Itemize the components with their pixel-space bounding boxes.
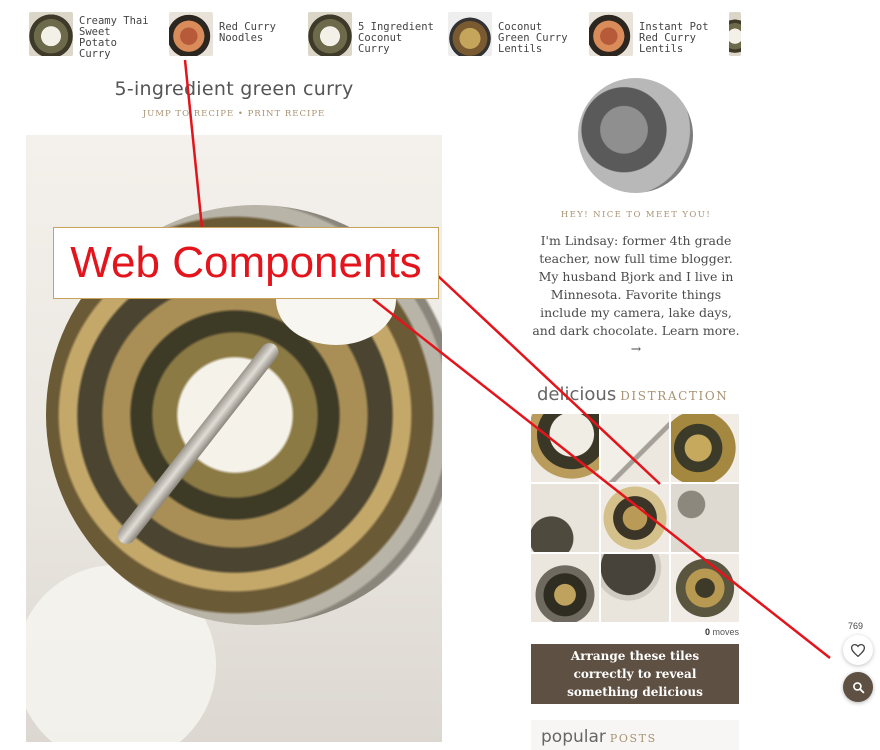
heart-icon <box>851 643 865 657</box>
search-icon <box>852 681 864 693</box>
related-post-thumbnail[interactable] <box>29 12 73 56</box>
puzzle-instructions: Arrange these tiles correctly to reveal … <box>531 644 739 704</box>
puzzle-tile[interactable] <box>671 554 739 622</box>
related-posts-strip: Creamy Thai Sweet Potato Curry Red Curry… <box>0 0 742 62</box>
favorites-count: 769 <box>848 621 864 631</box>
related-post-thumbnail[interactable] <box>448 12 492 56</box>
related-post-title[interactable]: 5 Ingredient Coconut Curry <box>358 22 438 55</box>
related-post-thumbnail[interactable] <box>589 12 633 56</box>
favorite-button[interactable] <box>843 635 873 665</box>
popular-posts-title: popular POSTS <box>541 727 657 747</box>
related-post-thumbnail[interactable] <box>169 12 213 56</box>
puzzle-tile[interactable] <box>601 414 669 482</box>
puzzle-tile[interactable] <box>531 484 599 552</box>
author-greeting: HEY! NICE TO MEET YOU! <box>560 210 712 220</box>
annotation-label: Web Components <box>53 227 439 299</box>
moves-label: moves <box>712 627 739 637</box>
author-avatar <box>578 78 693 193</box>
related-post-item[interactable]: Coconut Green Curry Lentils <box>448 12 578 56</box>
popular-title-sub: POSTS <box>609 732 657 745</box>
widget-title-main: delicious <box>537 384 617 405</box>
print-recipe-link[interactable]: PRINT RECIPE <box>248 109 326 119</box>
related-post-item[interactable] <box>729 12 741 56</box>
link-separator: • <box>237 109 244 119</box>
related-post-title[interactable]: Instant Pot Red Curry Lentils <box>639 22 721 55</box>
puzzle-tile[interactable] <box>671 484 739 552</box>
related-post-item[interactable]: Creamy Thai Sweet Potato Curry <box>29 12 153 60</box>
search-button[interactable] <box>843 672 873 702</box>
moves-counter: 0 moves <box>531 627 739 637</box>
related-post-item[interactable]: Instant Pot Red Curry Lentils <box>589 12 721 56</box>
widget-title-sub: DISTRACTION <box>620 389 729 403</box>
puzzle-tile[interactable] <box>671 414 739 482</box>
related-post-thumbnail[interactable] <box>308 12 352 56</box>
related-post-title[interactable]: Red Curry Noodles <box>219 22 293 44</box>
post-title: 5-ingredient green curry <box>114 78 354 100</box>
distraction-widget-title: delicious DISTRACTION <box>537 384 728 405</box>
puzzle-tile[interactable] <box>601 554 669 622</box>
moves-count: 0 <box>704 627 710 637</box>
post-links: JUMP TO RECIPE • PRINT RECIPE <box>26 109 442 119</box>
popular-title-main: popular <box>541 727 606 747</box>
tile-puzzle <box>531 414 739 622</box>
related-post-item[interactable]: Red Curry Noodles <box>169 12 293 56</box>
related-post-title[interactable]: Coconut Green Curry Lentils <box>498 22 578 55</box>
puzzle-tile[interactable] <box>531 414 599 482</box>
jump-to-recipe-link[interactable]: JUMP TO RECIPE <box>143 109 234 119</box>
related-post-thumbnail[interactable] <box>729 12 741 56</box>
author-bio: I'm Lindsay: former 4th grade teacher, n… <box>530 232 742 358</box>
puzzle-tile[interactable] <box>601 484 669 552</box>
related-post-title[interactable]: Creamy Thai Sweet Potato Curry <box>79 16 153 60</box>
puzzle-tile[interactable] <box>531 554 599 622</box>
related-post-item[interactable]: 5 Ingredient Coconut Curry <box>308 12 438 56</box>
